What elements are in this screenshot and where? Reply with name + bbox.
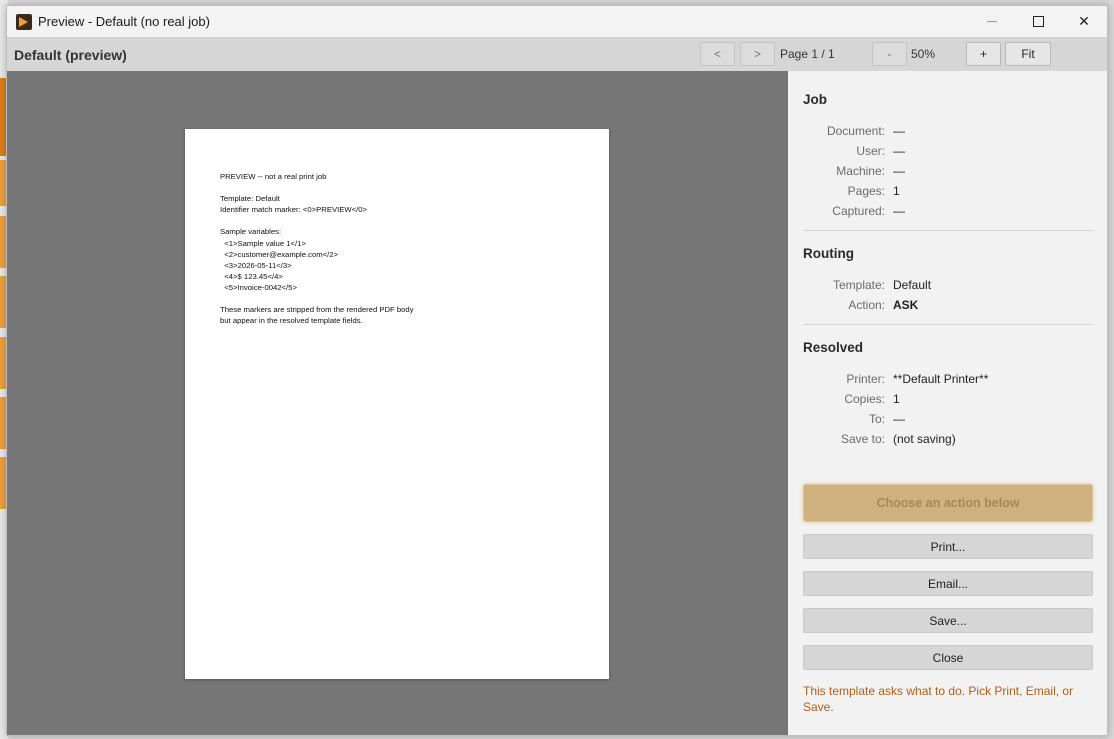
close-button[interactable]: Close [803, 645, 1093, 670]
choose-action-banner: Choose an action below [803, 484, 1093, 522]
field-label: Copies: [844, 392, 885, 406]
field-label: User: [856, 144, 885, 158]
routing-row-template: Template: Default [803, 275, 1094, 295]
save-button[interactable]: Save... [803, 608, 1093, 633]
divider [803, 324, 1094, 325]
field-label: Document: [826, 124, 885, 138]
field-label: Printer: [846, 372, 885, 386]
field-value: **Default Printer** [893, 372, 989, 386]
zoom-out-button[interactable]: - [872, 42, 907, 66]
field-value: 1 [893, 392, 900, 406]
field-value: — [893, 412, 905, 426]
job-row-user: User: — [803, 141, 1094, 161]
minimize-icon [987, 21, 997, 22]
field-label: Template: [832, 278, 885, 292]
details-panel: Job Document: — User: — Machine: — Pages: 1 … [788, 71, 1107, 735]
field-label: Captured: [832, 204, 885, 218]
window-title: Preview - Default (no real job) [38, 14, 210, 29]
field-value: — [893, 164, 905, 178]
field-value: — [893, 124, 905, 138]
job-heading: Job [803, 92, 828, 107]
prev-page-button[interactable]: < [700, 42, 735, 66]
field-value: Default [893, 278, 932, 292]
resolved-row-save-to: Save to: (not saving) [803, 429, 1094, 449]
close-window-button[interactable]: ✕ [1061, 6, 1107, 37]
document-page: PREVIEW -- not a real print job Template… [185, 129, 609, 679]
routing-heading: Routing [803, 246, 854, 261]
document-text: PREVIEW -- not a real print job Template… [220, 172, 414, 326]
preview-toolbar: Default (preview) < > Page 1 / 1 - 50% +… [7, 37, 1107, 72]
next-page-button[interactable]: > [740, 42, 775, 66]
resolved-section: Resolved Printer: **Default Printer** Cop… [803, 340, 1094, 449]
page-indicator: Page 1 / 1 [780, 47, 835, 61]
zoom-in-button[interactable]: + [966, 42, 1001, 66]
title-bar[interactable]: Preview - Default (no real job) ✕ [7, 6, 1107, 37]
routing-row-action: Action: ASK [803, 295, 1094, 315]
field-value: 1 [893, 184, 900, 198]
job-row-captured: Captured: — [803, 201, 1094, 221]
preview-window: Preview - Default (no real job) ✕ Defaul… [6, 5, 1108, 736]
resolved-row-printer: Printer: **Default Printer** [803, 369, 1094, 389]
field-label: Action: [848, 298, 885, 312]
email-button[interactable]: Email... [803, 571, 1093, 596]
field-value: (not saving) [893, 432, 956, 446]
field-label: Pages: [847, 184, 885, 198]
app-icon [16, 13, 32, 30]
routing-fields: Template: Default Action: ASK [803, 275, 1094, 315]
preview-title: Default (preview) [14, 47, 127, 63]
action-hint: This template asks what to do. Pick Prin… [803, 684, 1074, 714]
field-label: Machine: [836, 164, 885, 178]
job-row-machine: Machine: — [803, 161, 1094, 181]
job-row-pages: Pages: 1 [803, 181, 1094, 201]
document-preview-area[interactable]: PREVIEW -- not a real print job Template… [7, 71, 788, 735]
window-controls: ✕ [969, 6, 1107, 37]
field-value: — [893, 144, 905, 158]
field-value: ASK [893, 298, 919, 312]
minimize-button[interactable] [969, 6, 1015, 37]
divider [803, 230, 1094, 231]
print-button[interactable]: Print... [803, 534, 1093, 559]
maximize-icon [1032, 16, 1044, 27]
job-section: Job Document: — User: — Machine: — Pages: 1 … [803, 92, 1094, 221]
job-fields: Document: — User: — Machine: — Pages: 1 Capt… [803, 121, 1094, 221]
resolved-fields: Printer: **Default Printer** Copies: 1 To:… [803, 369, 1094, 449]
field-value: — [893, 204, 905, 218]
field-label: To: [868, 412, 885, 426]
field-label: Save to: [840, 432, 885, 446]
close-icon: ✕ [1078, 13, 1090, 29]
job-row-document: Document: — [803, 121, 1094, 141]
resolved-row-to: To: — [803, 409, 1094, 429]
resolved-row-copies: Copies: 1 [803, 389, 1094, 409]
zoom-level: 50% [911, 47, 936, 61]
resolved-heading: Resolved [803, 340, 864, 355]
routing-section: Routing Template: Default Action: ASK [803, 246, 1094, 315]
maximize-button[interactable] [1015, 6, 1061, 37]
fit-button[interactable]: Fit [1005, 42, 1051, 66]
